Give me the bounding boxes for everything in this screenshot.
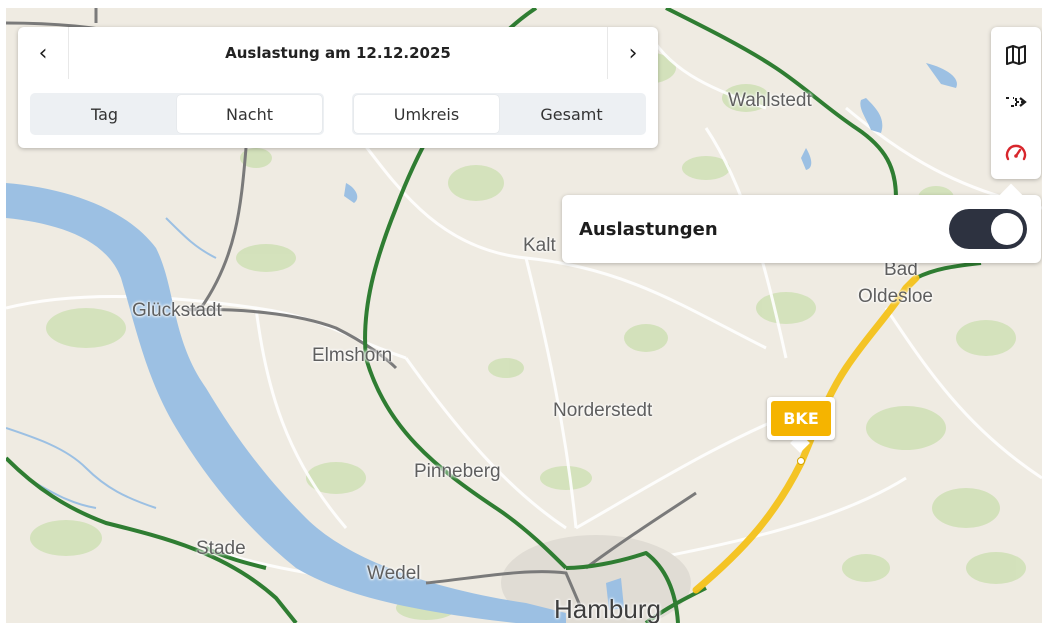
tab-umkreis[interactable]: Umkreis [354,95,499,133]
station-marker-label: BKE [771,401,831,436]
occupancy-toggle[interactable] [949,209,1027,249]
place-label: Wahlstedt [728,90,812,111]
scope-segmented-control: Umkreis Gesamt [352,93,646,135]
tab-tag[interactable]: Tag [32,95,177,133]
gauge-icon [1005,144,1027,161]
map-layers-button[interactable] [991,33,1041,77]
place-label: Elmshorn [312,345,393,366]
map-icon [1006,45,1026,65]
place-label: Kalt [523,235,556,256]
map-toolbar [991,27,1041,179]
occupancy-button[interactable] [991,131,1041,175]
place-label: Stade [196,538,246,559]
place-label: Pinneberg [414,461,501,482]
occupancy-popup: Auslastungen [562,183,1041,263]
tab-nacht[interactable]: Nacht [177,95,322,133]
tab-gesamt[interactable]: Gesamt [499,95,644,133]
place-label: Norderstedt [553,400,653,421]
screen: Wahlstedt Kalt Bad Oldesloe Glückstadt E… [0,0,1042,623]
previous-day-button[interactable]: ‹ [18,27,69,79]
place-label: Hamburg [554,594,661,623]
place-label: Oldesloe [858,286,933,307]
route-icon [1006,97,1027,107]
place-label: Wedel [367,563,421,584]
occupancy-label: Auslastungen [579,218,718,240]
station-location-dot [797,457,805,465]
station-marker[interactable]: BKE [767,397,835,440]
time-segmented-control: Tag Nacht [30,93,324,135]
occupancy-panel: ‹ Auslastung am 12.12.2025 › Tag Nacht U… [18,27,658,148]
next-day-button[interactable]: › [607,27,658,79]
toggle-knob [991,213,1023,245]
place-label: Glückstadt [132,300,222,321]
route-button[interactable] [991,81,1041,125]
date-title: Auslastung am 12.12.2025 [225,44,451,62]
